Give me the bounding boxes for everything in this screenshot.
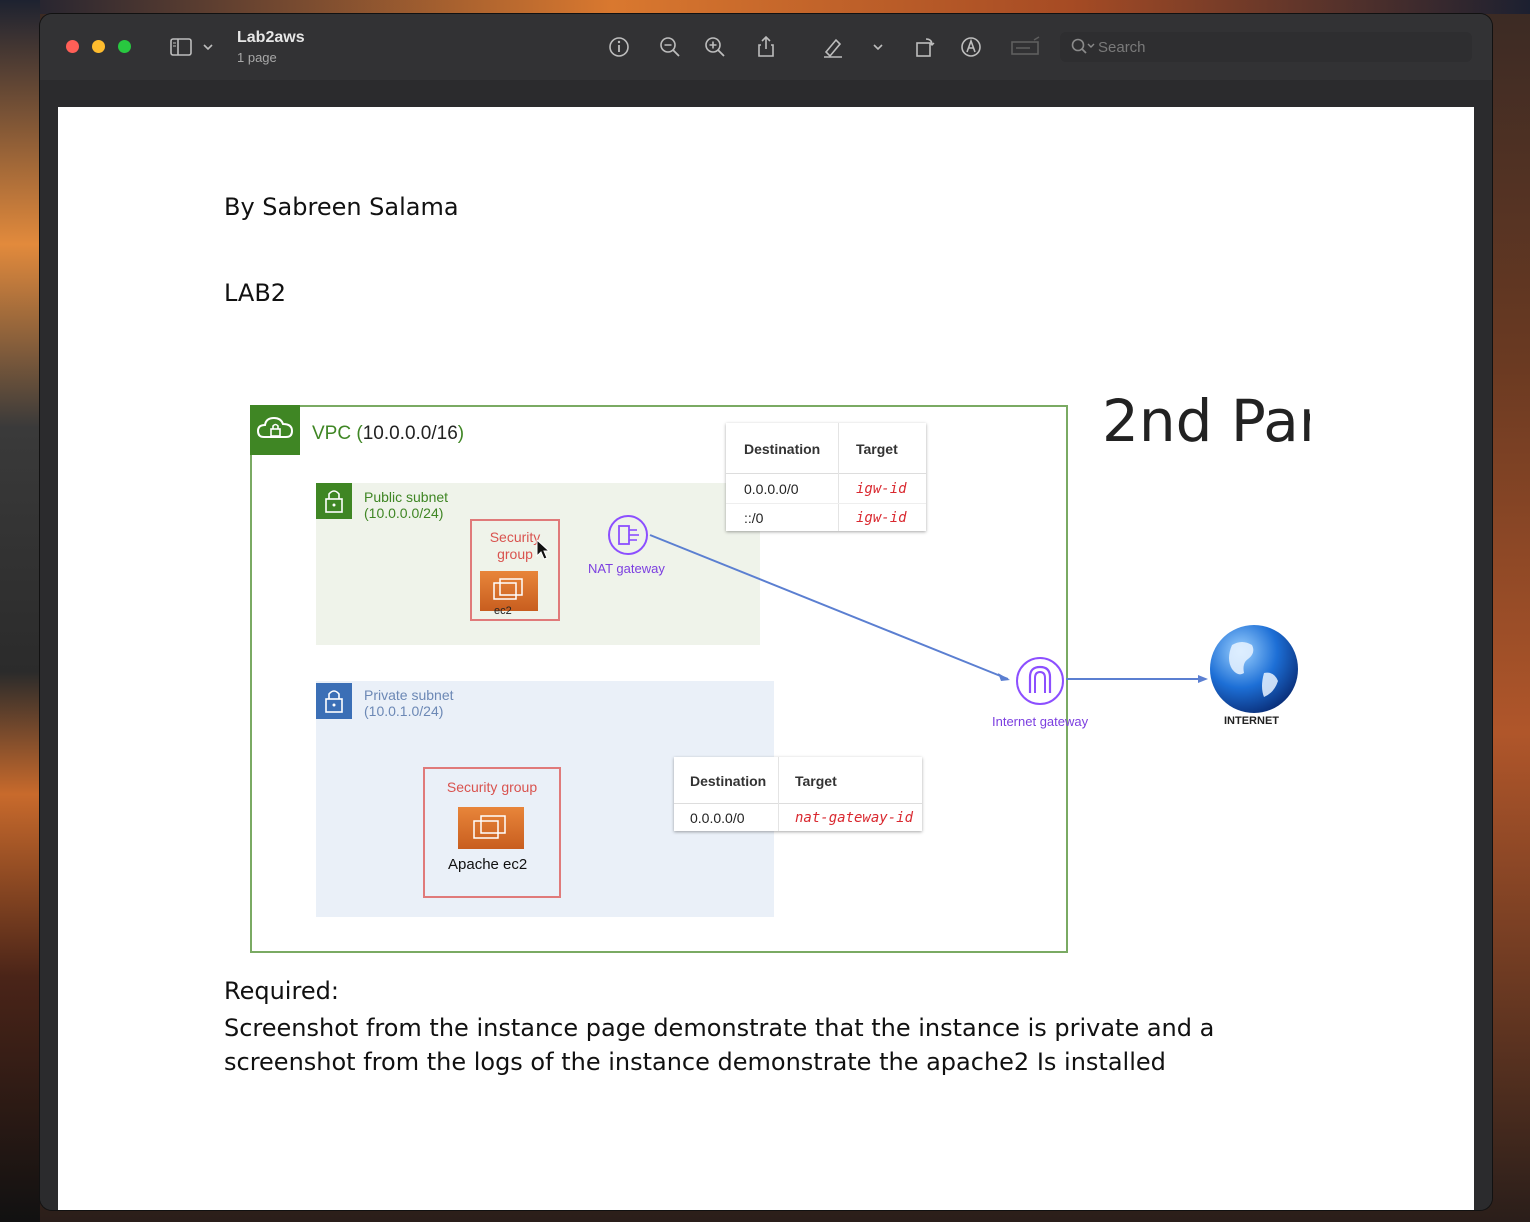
- zoom-out-icon[interactable]: [657, 34, 683, 60]
- internet-gateway-label: Internet gateway: [992, 714, 1089, 729]
- chevron-down-icon[interactable]: [870, 34, 886, 60]
- private-subnet-label: Private subnet (10.0.1.0/24): [364, 687, 454, 719]
- internet-globe-icon: [1210, 625, 1298, 713]
- markup-circle-icon[interactable]: [958, 34, 984, 60]
- share-icon[interactable]: [753, 34, 779, 60]
- route-target: igw-id: [856, 481, 907, 497]
- desktop-wallpaper-top: [0, 0, 1530, 14]
- private-security-group-label: Security group: [446, 779, 538, 795]
- document-viewer[interactable]: By Sabreen Salama LAB2 2nd Part VPC (10.…: [40, 80, 1492, 1210]
- search-input[interactable]: Search: [1060, 32, 1472, 62]
- toolbar: Lab2aws 1 page Search: [40, 14, 1492, 81]
- route-table-header: Destination: [744, 441, 821, 457]
- preview-window: Lab2aws 1 page Search By Sabreen Salama …: [40, 14, 1492, 1210]
- zoom-in-icon[interactable]: [702, 34, 728, 60]
- document-title: Lab2aws: [237, 29, 305, 46]
- public-route-table: Destination Target 0.0.0.0/0 igw-id ::/0…: [726, 423, 926, 531]
- route-table-header: Target: [856, 441, 898, 457]
- required-heading: Required:: [224, 977, 339, 1005]
- route-destination: ::/0: [744, 510, 764, 526]
- route-destination: 0.0.0.0/0: [690, 810, 745, 826]
- route-destination: 0.0.0.0/0: [744, 481, 799, 497]
- search-icon: [1070, 37, 1096, 62]
- form-icon[interactable]: [1010, 34, 1042, 60]
- internet-gateway-icon: [1016, 657, 1064, 705]
- sidebar-icon[interactable]: [168, 34, 194, 60]
- private-route-table: Destination Target 0.0.0.0/0 nat-gateway…: [674, 757, 922, 831]
- pdf-page: By Sabreen Salama LAB2 2nd Part VPC (10.…: [58, 107, 1474, 1210]
- internet-label: INTERNET: [1224, 715, 1279, 727]
- apache-ec2-label: Apache ec2: [448, 856, 528, 873]
- info-icon[interactable]: [606, 34, 632, 60]
- close-window-button[interactable]: [66, 40, 79, 53]
- rotate-icon[interactable]: [912, 34, 938, 60]
- minimize-window-button[interactable]: [92, 40, 105, 53]
- search-placeholder: Search: [1098, 39, 1146, 56]
- markup-pen-icon[interactable]: [820, 34, 846, 60]
- route-target: igw-id: [856, 510, 907, 526]
- route-table-header: Destination: [690, 773, 767, 789]
- chevron-down-icon[interactable]: [200, 34, 216, 60]
- route-table-header: Target: [795, 773, 837, 789]
- private-subnet-lock-icon: [316, 683, 352, 719]
- route-target: nat-gateway-id: [795, 810, 914, 826]
- zoom-window-button[interactable]: [118, 40, 131, 53]
- desktop-wallpaper-left: [0, 0, 40, 1222]
- apache-ec2-instance-icon: [458, 807, 524, 849]
- document-page-count: 1 page: [237, 50, 277, 65]
- required-description: Screenshot from the instance page demons…: [224, 1014, 1215, 1076]
